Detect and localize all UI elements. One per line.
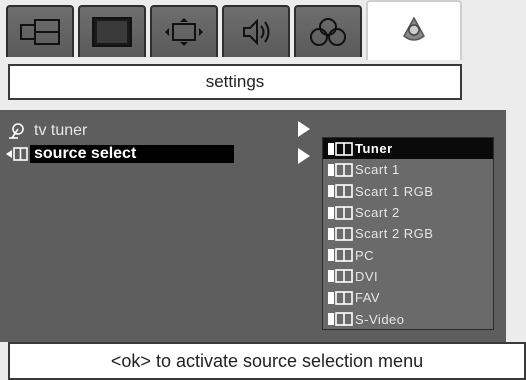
submenu-arrow-icon (298, 121, 310, 137)
menu-item-source-select[interactable]: source select (4, 143, 324, 165)
source-icon (328, 227, 353, 241)
source-item-tuner[interactable]: Tuner (323, 138, 493, 160)
source-list: Tuner Scart 1 Scart 1 RGB Scart 2 Scart … (322, 137, 494, 330)
source-label: S-Video (355, 311, 405, 327)
source-item-scart-1[interactable]: Scart 1 (323, 159, 493, 180)
features-icon (308, 17, 348, 47)
tab-picture-in-picture[interactable] (6, 5, 74, 57)
source-icon (328, 312, 353, 326)
menu-item-label: source select (30, 145, 234, 163)
source-icon (328, 141, 353, 156)
menu-item-tv-tuner[interactable]: tv tuner (4, 120, 324, 142)
antenna-icon (4, 122, 30, 140)
page-title: settings (8, 64, 462, 100)
picture-format-icon (164, 17, 204, 47)
source-label: Scart 2 RGB (355, 226, 434, 242)
tab-screen[interactable] (78, 5, 146, 57)
submenu-arrow-icon (298, 148, 310, 164)
source-label: FAV (355, 290, 381, 306)
source-item-fav[interactable]: FAV (323, 287, 493, 308)
source-icon (328, 184, 353, 199)
settings-icon (400, 16, 428, 46)
source-label: Tuner (355, 141, 393, 157)
source-label: Scart 1 (355, 162, 400, 178)
osd-screen: settings tv tuner source select Tuner Sc… (0, 0, 526, 380)
source-label: Scart 2 (355, 205, 400, 221)
source-select-icon (4, 145, 30, 163)
source-icon (328, 163, 353, 177)
status-hint: <ok> to activate source selection menu (8, 342, 526, 380)
tab-settings[interactable] (366, 0, 462, 60)
tab-bar (0, 0, 526, 60)
source-item-scart-2-rgb[interactable]: Scart 2 RGB (323, 223, 493, 244)
source-icon (328, 248, 353, 262)
picture-in-picture-icon (20, 19, 60, 45)
sound-icon (238, 17, 274, 47)
source-item-scart-2[interactable]: Scart 2 (323, 202, 493, 223)
menu-item-label: tv tuner (34, 122, 88, 139)
source-label: PC (355, 247, 375, 263)
source-icon (328, 269, 353, 284)
source-label: DVI (355, 268, 379, 284)
screen-icon (92, 17, 132, 47)
source-item-scart-1-rgb[interactable]: Scart 1 RGB (323, 181, 493, 202)
source-item-dvi[interactable]: DVI (323, 266, 493, 287)
tab-sound[interactable] (222, 5, 290, 57)
source-item-s-video[interactable]: S-Video (323, 308, 493, 329)
source-label: Scart 1 RGB (355, 183, 434, 199)
source-icon (328, 290, 353, 305)
source-item-pc[interactable]: PC (323, 244, 493, 265)
source-icon (328, 205, 353, 220)
tab-picture-format[interactable] (150, 5, 218, 57)
tab-features[interactable] (294, 5, 362, 57)
